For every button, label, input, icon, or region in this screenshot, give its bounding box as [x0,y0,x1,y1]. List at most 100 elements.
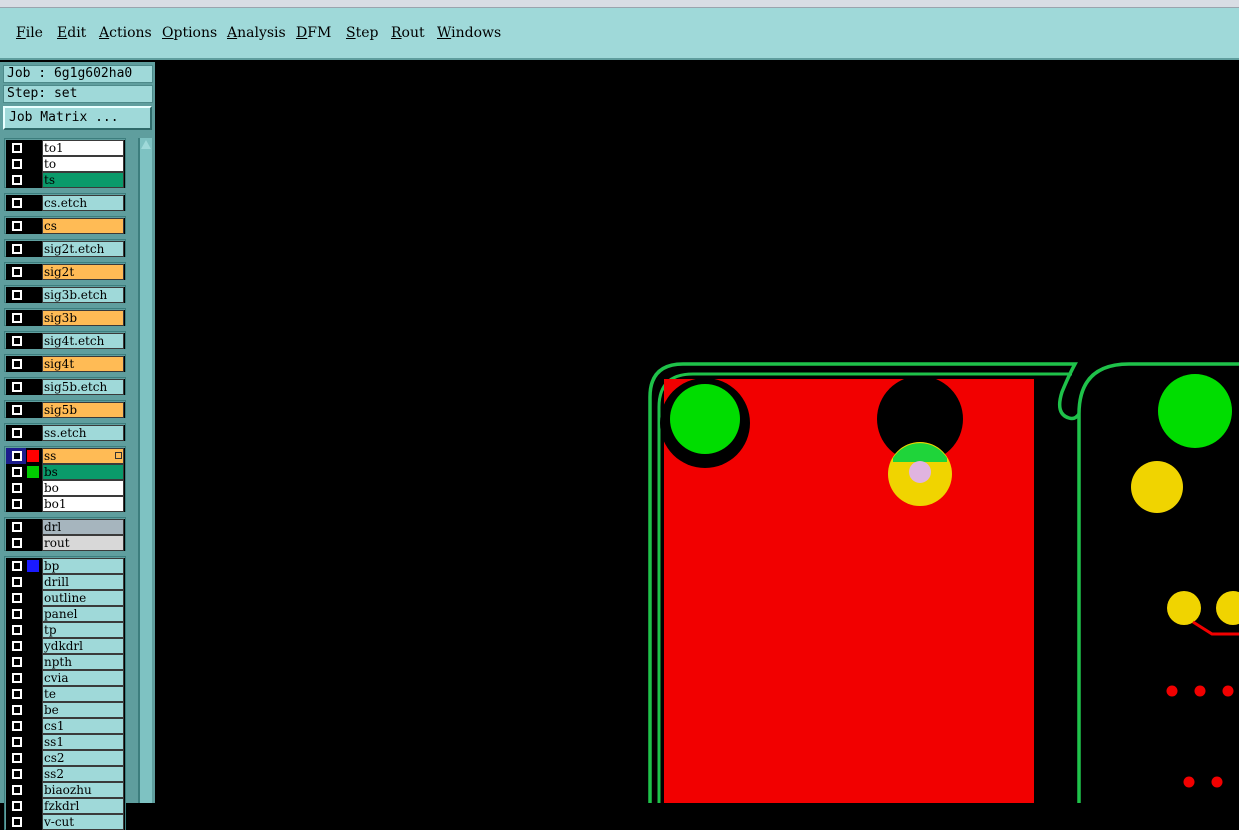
layer-row[interactable]: be [6,702,125,718]
layer-row[interactable]: sig5b [6,402,125,418]
layer-checkbox[interactable] [12,336,22,346]
layer-checkbox[interactable] [12,499,22,509]
layer-checkbox[interactable] [12,221,22,231]
layer-affected-cell[interactable] [6,140,26,156]
layer-checkbox[interactable] [12,657,22,667]
layer-name[interactable]: sig5b.etch [42,379,124,395]
layer-affected-cell[interactable] [6,356,26,372]
layer-name[interactable]: cs1 [42,718,124,734]
layer-row[interactable]: ss.etch [6,425,125,441]
layer-checkbox[interactable] [12,785,22,795]
layer-checkbox[interactable] [12,641,22,651]
layer-row[interactable]: ss1 [6,734,125,750]
layer-list-scrollbar[interactable] [138,138,152,803]
layer-checkbox[interactable] [12,625,22,635]
layer-affected-cell[interactable] [6,333,26,349]
layer-affected-cell[interactable] [6,379,26,395]
layer-row[interactable]: bs [6,464,125,480]
layer-name[interactable]: to [42,156,124,172]
menu-dfm[interactable]: DFM [296,25,331,41]
layer-name[interactable]: sig4t.etch [42,333,124,349]
layer-name[interactable]: sig4t [42,356,124,372]
layer-row[interactable]: outline [6,590,125,606]
layer-row[interactable]: sig2t [6,264,125,280]
layer-affected-cell[interactable] [6,172,26,188]
layer-checkbox[interactable] [12,721,22,731]
layer-checkbox[interactable] [12,522,22,532]
layer-checkbox[interactable] [12,143,22,153]
layer-affected-cell[interactable] [6,734,26,750]
layer-row[interactable]: to [6,156,125,172]
layer-checkbox[interactable] [12,737,22,747]
layer-checkbox[interactable] [12,405,22,415]
layer-checkbox[interactable] [12,577,22,587]
layer-row[interactable]: cs1 [6,718,125,734]
layer-checkbox[interactable] [12,313,22,323]
layer-checkbox[interactable] [12,428,22,438]
layer-name[interactable]: cs.etch [42,195,124,211]
layer-row[interactable]: te [6,686,125,702]
layer-checkbox[interactable] [12,467,22,477]
layer-checkbox[interactable] [12,673,22,683]
layer-row[interactable]: panel [6,606,125,622]
menu-windows[interactable]: Windows [437,25,501,41]
layer-row[interactable]: bo1 [6,496,125,512]
menu-analysis[interactable]: Analysis [227,25,286,41]
graphics-canvas[interactable] [157,62,1239,803]
menu-step[interactable]: Step [346,25,378,41]
layer-checkbox[interactable] [12,689,22,699]
layer-row[interactable]: tp [6,622,125,638]
layer-name[interactable]: ss [42,448,124,464]
layer-row[interactable]: sig4t.etch [6,333,125,349]
layer-name[interactable]: rout [42,535,124,551]
scroll-up-arrow-icon[interactable] [141,140,151,149]
layer-row[interactable]: cs [6,218,125,234]
layer-row[interactable]: v-cut [6,814,125,830]
layer-row[interactable]: sig5b.etch [6,379,125,395]
layer-name[interactable]: bo1 [42,496,124,512]
layer-row[interactable]: sig3b [6,310,125,326]
layer-name[interactable]: v-cut [42,814,124,830]
job-matrix-button[interactable]: Job Matrix ... [3,106,152,130]
layer-name[interactable]: sig3b [42,310,124,326]
layer-affected-cell[interactable] [6,264,26,280]
layer-row[interactable]: cs.etch [6,195,125,211]
layer-affected-cell[interactable] [6,590,26,606]
layer-row[interactable]: ss [6,448,125,464]
layer-name[interactable]: bo [42,480,124,496]
layer-row[interactable]: bp [6,558,125,574]
menu-actions[interactable]: Actions [99,25,152,41]
layer-checkbox[interactable] [12,159,22,169]
layer-row[interactable]: drill [6,574,125,590]
layer-affected-cell[interactable] [6,496,26,512]
layer-name[interactable]: tp [42,622,124,638]
layer-name[interactable]: cvia [42,670,124,686]
menu-options[interactable]: Options [162,25,217,41]
menu-file[interactable]: File [16,25,43,41]
layer-row[interactable]: cvia [6,670,125,686]
layer-name[interactable]: ss2 [42,766,124,782]
layer-affected-cell[interactable] [6,718,26,734]
layer-name[interactable]: sig2t.etch [42,241,124,257]
layer-checkbox[interactable] [12,561,22,571]
layer-name[interactable]: drill [42,574,124,590]
layer-affected-cell[interactable] [6,702,26,718]
layer-affected-cell[interactable] [6,750,26,766]
layer-row[interactable]: biaozhu [6,782,125,798]
layer-affected-cell[interactable] [6,287,26,303]
layer-affected-cell[interactable] [6,622,26,638]
layer-name[interactable]: biaozhu [42,782,124,798]
layer-name[interactable]: bp [42,558,124,574]
layer-affected-cell[interactable] [6,535,26,551]
layer-row[interactable]: bo [6,480,125,496]
layer-affected-cell[interactable] [6,798,26,814]
layer-checkbox[interactable] [12,753,22,763]
layer-name[interactable]: panel [42,606,124,622]
layer-affected-cell[interactable] [6,686,26,702]
layer-row[interactable]: to1 [6,140,125,156]
layer-checkbox[interactable] [12,175,22,185]
layer-name[interactable]: be [42,702,124,718]
layer-affected-cell[interactable] [6,766,26,782]
layer-row[interactable]: sig3b.etch [6,287,125,303]
layer-name[interactable]: ss.etch [42,425,124,441]
